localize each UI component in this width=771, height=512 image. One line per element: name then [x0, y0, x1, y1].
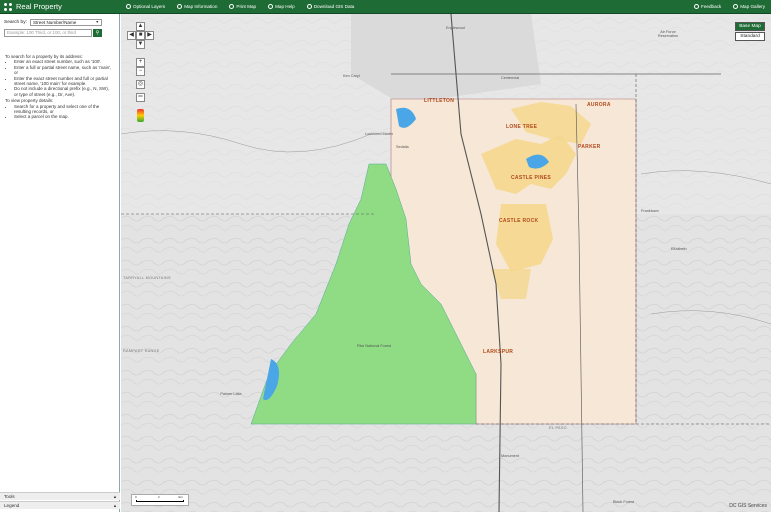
search-mode-select[interactable]: Street Number/Name: [29, 19, 102, 26]
arrow-up-icon: ▲: [137, 23, 144, 29]
search-input[interactable]: Example: 100 Third, or 100, or third: [4, 29, 92, 37]
app-logo-icon: [4, 2, 12, 11]
basemap-switcher: Base Map Standard: [735, 22, 765, 42]
tools-panel-header[interactable]: Tools ▲: [0, 492, 120, 500]
app-brand: Real Property: [0, 0, 120, 14]
print-icon: [229, 4, 235, 9]
search-by-label: Search by:: [4, 20, 27, 25]
locate-button[interactable]: ◎: [136, 80, 145, 89]
home-icon: ■: [138, 32, 143, 38]
nav-map-gallery[interactable]: Map Gallery: [727, 0, 771, 14]
pan-left-button[interactable]: ◀: [127, 31, 136, 40]
basemap-button[interactable]: Base Map: [735, 22, 765, 31]
ruler-icon: ═: [138, 94, 143, 100]
pan-up-button[interactable]: ▲: [136, 22, 145, 31]
map-graphics: [121, 14, 771, 512]
help-icon: [268, 4, 274, 9]
top-bar: Real Property Optional Layers Map Inform…: [0, 0, 771, 14]
city-label: CASTLE ROCK: [499, 218, 539, 224]
details-help-list: Search for a property and select one of …: [5, 104, 114, 120]
feedback-icon: [694, 4, 700, 9]
city-label: LITTLETON: [424, 98, 455, 104]
gallery-icon: [733, 4, 739, 9]
sidebar: Search by: Street Number/Name Example: 1…: [0, 14, 120, 512]
arrow-left-icon: ◀: [129, 32, 134, 38]
address-help-list: Enter an exact street number, such as '1…: [5, 59, 114, 97]
nav-print-map[interactable]: Print Map: [223, 0, 262, 14]
place-label: Ken Caryl: [343, 74, 360, 78]
pan-down-button[interactable]: ▼: [136, 40, 145, 49]
target-icon: ◎: [137, 81, 144, 87]
list-item: Do not include a directional prefix (e.g…: [14, 86, 114, 97]
measure-button[interactable]: ═: [136, 93, 145, 102]
city-label: LARKSPUR: [483, 349, 514, 355]
place-label: Centennial: [501, 76, 520, 80]
legend-panel-header[interactable]: Legend ▲: [0, 501, 120, 509]
city-label: PARKER: [578, 144, 601, 150]
chevron-up-icon: ▲: [113, 503, 117, 508]
street-view-person-icon[interactable]: [137, 109, 144, 122]
county-label: EL PASO: [549, 426, 567, 430]
zoom-in-button[interactable]: +: [136, 58, 145, 67]
map-canvas[interactable]: ▲ ◀ ■ ▶ ▼ + − ◎ ═ Base Map Standard LITT…: [121, 14, 771, 512]
place-label: Elizabeth: [671, 247, 687, 251]
arrow-down-icon: ▼: [137, 41, 144, 47]
place-label: Pike National Forest: [356, 344, 392, 348]
scale-bar-line: [136, 500, 184, 502]
nav-right: Feedback Map Gallery: [688, 0, 771, 14]
place-label: Palmer Lake: [220, 392, 242, 396]
app-title: Real Property: [16, 2, 62, 11]
arrow-right-icon: ▶: [147, 32, 152, 38]
search-input-row: Example: 100 Third, or 100, or third ⚲: [0, 28, 119, 38]
place-label: Monument: [501, 454, 519, 458]
city-label: LONE TREE: [506, 124, 538, 130]
place-label: Black Forest: [613, 500, 635, 504]
scale-bar: 0 2 4mi: [131, 494, 189, 506]
standard-map-button[interactable]: Standard: [735, 32, 765, 41]
zoom-out-button[interactable]: −: [136, 67, 145, 76]
layers-icon: [126, 4, 131, 9]
list-item: Enter a full or partial street name, suc…: [14, 65, 114, 76]
nav-optional-layers[interactable]: Optional Layers: [120, 0, 171, 14]
list-item: Search for a property and select one of …: [14, 104, 114, 115]
info-icon: [177, 4, 183, 9]
nav-map-help[interactable]: Map Help: [262, 0, 301, 14]
download-icon: [306, 4, 312, 9]
scale-label: 2: [158, 495, 160, 499]
place-label: Air Force Reservation: [657, 30, 679, 38]
scale-label: 4mi: [178, 495, 183, 499]
map-credit: DC GIS Services: [729, 503, 767, 509]
place-label: Sedalia: [396, 145, 409, 149]
plus-icon: +: [138, 59, 143, 65]
nav-download-gis-data[interactable]: Download GIS Data: [301, 0, 361, 14]
city-label: AURORA: [587, 102, 611, 108]
list-item: Enter the exact street number and full o…: [14, 76, 114, 87]
pan-home-button[interactable]: ■: [136, 31, 145, 40]
pan-right-button[interactable]: ▶: [145, 31, 154, 40]
list-item: Select a parcel on the map.: [14, 114, 114, 119]
mountain-label: TARRYALL MOUNTAINS: [123, 276, 171, 280]
chevron-up-icon: ▲: [113, 494, 117, 499]
place-label: Lockheed Martin: [365, 132, 394, 136]
scale-label: 0: [135, 495, 137, 499]
place-label: Englewood: [446, 26, 465, 30]
search-by-row: Search by: Street Number/Name: [0, 14, 119, 28]
help-text: To search for a property by its address:…: [0, 38, 119, 120]
main-nav: Optional Layers Map Information Print Ma…: [120, 0, 360, 14]
search-icon: ⚲: [95, 30, 100, 36]
nav-feedback[interactable]: Feedback: [688, 0, 727, 14]
minus-icon: −: [138, 68, 143, 74]
city-label: CASTLE PINES: [511, 175, 551, 181]
search-button[interactable]: ⚲: [93, 29, 102, 37]
mountain-label: RAMPART RANGE: [123, 349, 160, 353]
place-label: Franktown: [641, 209, 659, 213]
nav-map-information[interactable]: Map Information: [171, 0, 223, 14]
